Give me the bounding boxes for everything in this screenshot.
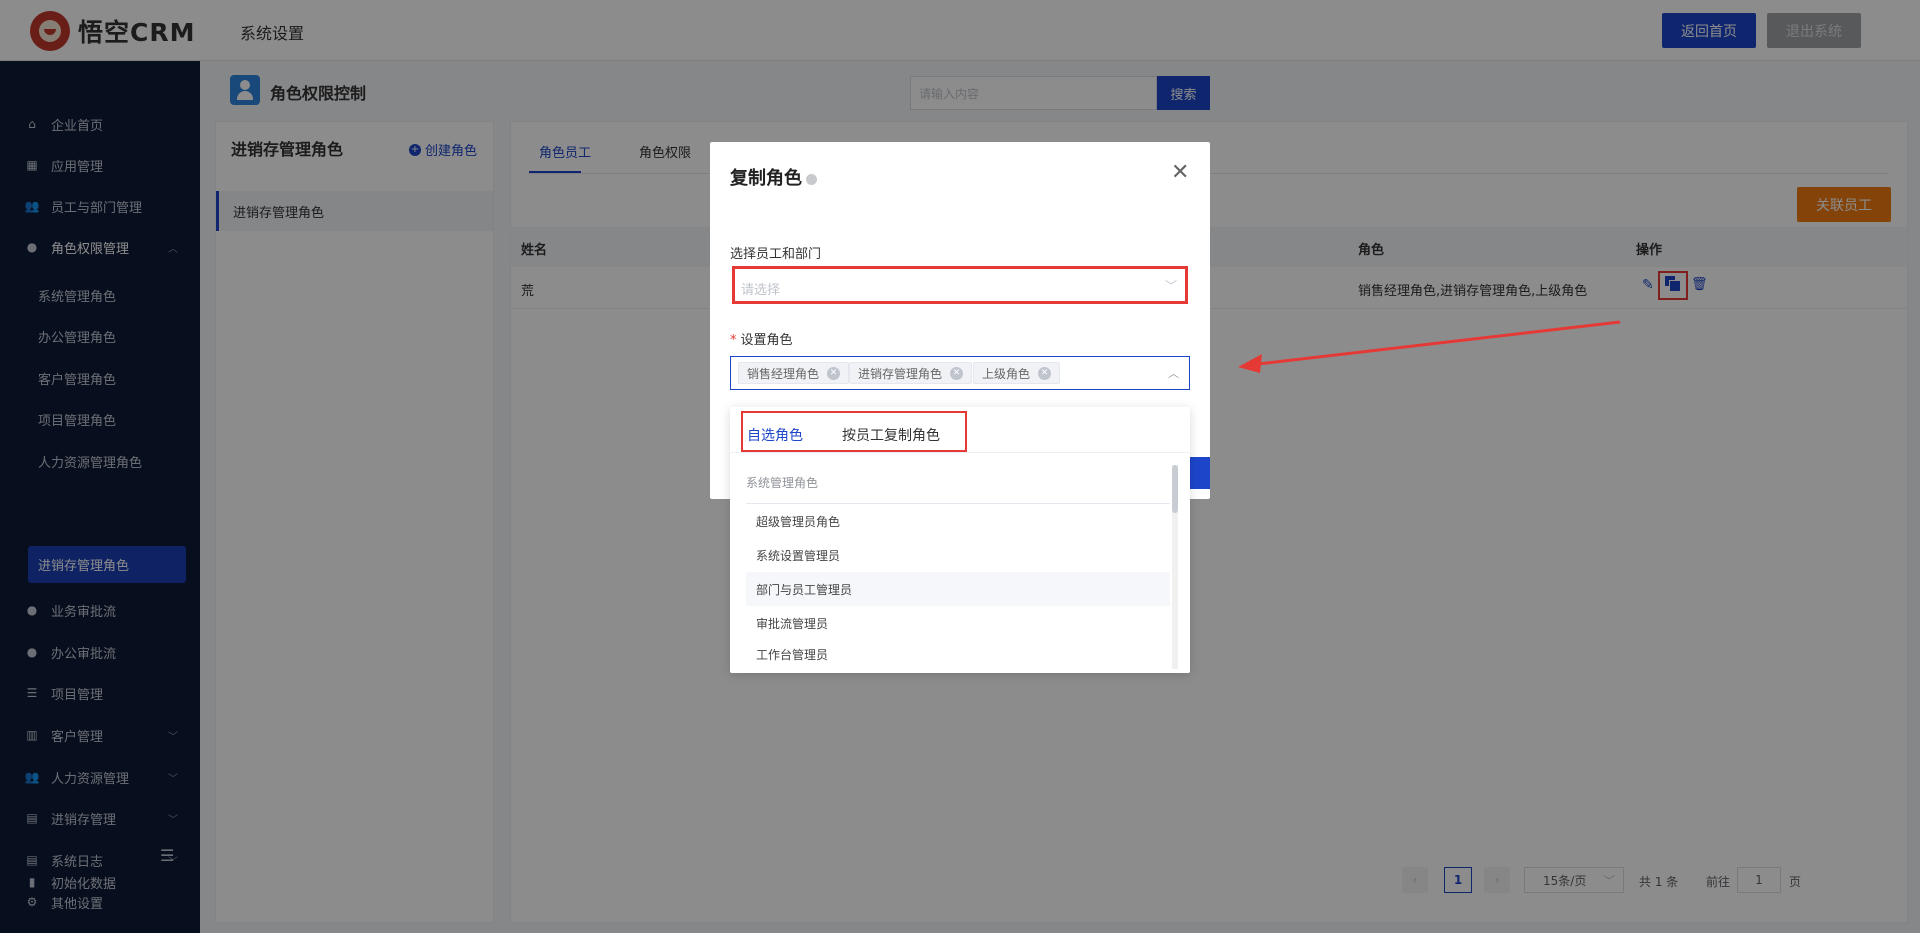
help-icon	[806, 173, 817, 185]
role-tag: 进销存管理角色 ✕	[849, 362, 973, 384]
dropdown-option[interactable]: 系统设置管理员	[746, 538, 1170, 572]
dropdown-option[interactable]: 部门与员工管理员	[746, 572, 1170, 606]
tab-copy-by-staff[interactable]: 按员工复制角色	[842, 425, 940, 445]
role-tag-label: 上级角色	[982, 366, 1031, 381]
role-tag-label: 销售经理角色	[747, 366, 820, 381]
set-role-label: * 设置角色	[730, 329, 793, 348]
dropdown-option[interactable]: 审批流管理员	[746, 606, 1170, 640]
role-tag: 上级角色 ✕	[973, 362, 1061, 384]
set-role-label-text: 设置角色	[740, 333, 793, 348]
tag-close-icon[interactable]: ✕	[1038, 366, 1052, 380]
chevron-up-icon: ︿	[1168, 367, 1179, 380]
tag-close-icon[interactable]: ✕	[950, 366, 964, 380]
option-group-label: 系统管理角色	[746, 476, 819, 490]
dropdown-option[interactable]: 超级管理员角色	[746, 504, 1170, 538]
select-staff-dept-field[interactable]: 请选择 ﹀	[732, 266, 1188, 304]
divider	[730, 452, 1190, 453]
required-mark: *	[730, 333, 737, 348]
dialog-title: 复制角色	[730, 164, 817, 190]
select-placeholder: 请选择	[741, 283, 781, 298]
close-icon[interactable]: ✕	[1171, 160, 1189, 185]
select-staff-label: 选择员工和部门	[730, 247, 822, 262]
dropdown-option[interactable]: 工作台管理员	[746, 639, 1170, 669]
set-role-select[interactable]: 销售经理角色 ✕ 进销存管理角色 ✕ 上级角色 ✕ ︿	[730, 356, 1190, 390]
scrollbar-thumb[interactable]	[1172, 465, 1178, 513]
role-select-dropdown: 自选角色 按员工复制角色 系统管理角色 超级管理员角色 系统设置管理员 部门与员…	[730, 407, 1190, 673]
tab-custom-role[interactable]: 自选角色	[747, 425, 803, 445]
tag-close-icon[interactable]: ✕	[827, 366, 841, 380]
role-tag: 销售经理角色 ✕	[738, 362, 850, 384]
dialog-title-text: 复制角色	[730, 168, 802, 189]
chevron-down-icon: ﹀	[1164, 279, 1177, 293]
role-tag-label: 进销存管理角色	[858, 366, 943, 381]
